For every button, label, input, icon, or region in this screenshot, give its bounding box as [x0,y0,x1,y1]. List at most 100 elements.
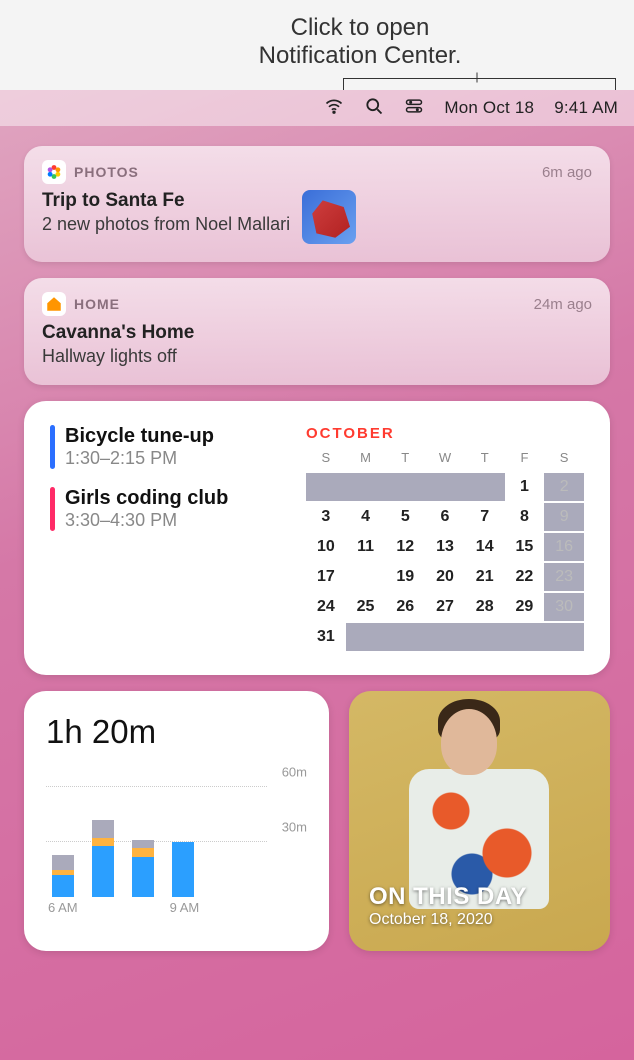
calendar-month-label: OCTOBER [306,425,584,442]
calendar-day [306,473,346,501]
calendar-day[interactable]: 11 [346,533,386,561]
search-icon[interactable] [364,96,384,121]
calendar-day [425,473,465,501]
notification-center: PHOTOS 6m ago Trip to Santa Fe 2 new pho… [0,126,634,971]
calendar-day[interactable]: 20 [425,563,465,591]
calendar-day[interactable]: 10 [306,533,346,561]
calendar-day[interactable]: 9 [544,503,584,531]
wifi-icon[interactable] [324,96,344,121]
chart-xlabel: 6 AM [48,900,78,915]
menu-bar-time[interactable]: 9:41 AM [554,98,618,118]
notification-title: Cavanna's Home [42,322,592,344]
calendar-day[interactable]: 28 [465,593,505,621]
calendar-widget[interactable]: Bicycle tune-up 1:30–2:15 PM Girls codin… [24,401,610,675]
event-time: 3:30–4:30 PM [65,510,228,531]
calendar-dow: W [425,450,465,471]
notification-title: Trip to Santa Fe [42,190,290,212]
notification-app-name: HOME [74,296,120,312]
calendar-day[interactable]: 13 [425,533,465,561]
callout-text: Click to open Notification Center. [200,14,520,70]
chart-bar [92,820,114,897]
calendar-grid: SMTWTFS 12345678910111213141516171819202… [306,450,584,651]
calendar-day[interactable]: 7 [465,503,505,531]
calendar-day[interactable]: 17 [306,563,346,591]
calendar-day [425,623,465,651]
calendar-day[interactable]: 5 [385,503,425,531]
event-color-bar [50,487,55,531]
notification-thumbnail [302,190,356,244]
memory-title: ON THIS DAY [369,883,527,911]
chart-bar [132,840,154,897]
calendar-day [465,473,505,501]
calendar-day[interactable]: 4 [346,503,386,531]
event-title: Girls coding club [65,487,228,510]
calendar-day[interactable]: 21 [465,563,505,591]
calendar-day[interactable]: 6 [425,503,465,531]
notification-home[interactable]: HOME 24m ago Cavanna's Home Hallway ligh… [24,278,610,385]
chart-bar [172,842,194,897]
calendar-dow: T [465,450,505,471]
calendar-day[interactable]: 12 [385,533,425,561]
calendar-dow: S [306,450,346,471]
home-app-icon [42,292,66,316]
memory-date: October 18, 2020 [369,911,527,929]
menu-bar-date[interactable]: Mon Oct 18 [444,98,534,118]
chart-ylabel: 60m [282,765,307,780]
event-title: Bicycle tune-up [65,425,214,448]
calendar-day[interactable]: 24 [306,593,346,621]
calendar-day[interactable]: 16 [544,533,584,561]
notification-photos[interactable]: PHOTOS 6m ago Trip to Santa Fe 2 new pho… [24,146,610,262]
calendar-day[interactable]: 31 [306,623,346,651]
calendar-day[interactable]: 3 [306,503,346,531]
calendar-dow: S [544,450,584,471]
calendar-day[interactable]: 1 [505,473,545,501]
event-color-bar [50,425,55,469]
chart-ylabel: 30m [282,820,307,835]
calendar-month-view: OCTOBER SMTWTFS 123456789101112131415161… [306,425,584,651]
photos-memory-widget[interactable]: ON THIS DAY October 18, 2020 [349,691,610,951]
calendar-day[interactable]: 15 [505,533,545,561]
calendar-day[interactable]: 29 [505,593,545,621]
calendar-day[interactable]: 18 [346,563,386,591]
screen-time-widget[interactable]: 1h 20m 30m 60m 6 AM 9 AM [24,691,329,951]
chart-xlabel: 9 AM [170,900,200,915]
calendar-day [385,473,425,501]
calendar-day[interactable]: 30 [544,593,584,621]
calendar-day[interactable]: 2 [544,473,584,501]
notification-body: 2 new photos from Noel Mallari [42,214,290,235]
screen-time-chart: 30m 60m 6 AM 9 AM [46,765,307,915]
photos-app-icon [42,160,66,184]
callout-bracket-pointer [477,73,478,83]
callout-bracket [343,78,616,90]
control-center-icon[interactable] [404,96,424,121]
notification-app-name: PHOTOS [74,164,139,180]
desktop: Mon Oct 18 9:41 AM PHOTOS 6m ago Trip to… [0,90,634,1060]
calendar-day[interactable]: 8 [505,503,545,531]
calendar-dow: M [346,450,386,471]
calendar-event[interactable]: Girls coding club 3:30–4:30 PM [50,487,296,531]
calendar-event[interactable]: Bicycle tune-up 1:30–2:15 PM [50,425,296,469]
notification-time: 24m ago [534,296,592,313]
callout-line2: Notification Center. [200,42,520,70]
calendar-day[interactable]: 27 [425,593,465,621]
calendar-day[interactable]: 26 [385,593,425,621]
calendar-day [465,623,505,651]
calendar-day[interactable]: 19 [385,563,425,591]
calendar-dow: T [385,450,425,471]
calendar-day[interactable]: 23 [544,563,584,591]
screen-time-total: 1h 20m [46,713,307,751]
chart-bar [52,855,74,897]
calendar-day [544,623,584,651]
calendar-day[interactable]: 22 [505,563,545,591]
calendar-day [346,473,386,501]
calendar-day[interactable]: 14 [465,533,505,561]
calendar-dow: F [505,450,545,471]
calendar-day [505,623,545,651]
callout-line1: Click to open [200,14,520,42]
calendar-day[interactable]: 25 [346,593,386,621]
menu-bar: Mon Oct 18 9:41 AM [0,90,634,126]
notification-time: 6m ago [542,164,592,181]
calendar-events: Bicycle tune-up 1:30–2:15 PM Girls codin… [50,425,296,651]
notification-body: Hallway lights off [42,346,592,367]
calendar-day [385,623,425,651]
